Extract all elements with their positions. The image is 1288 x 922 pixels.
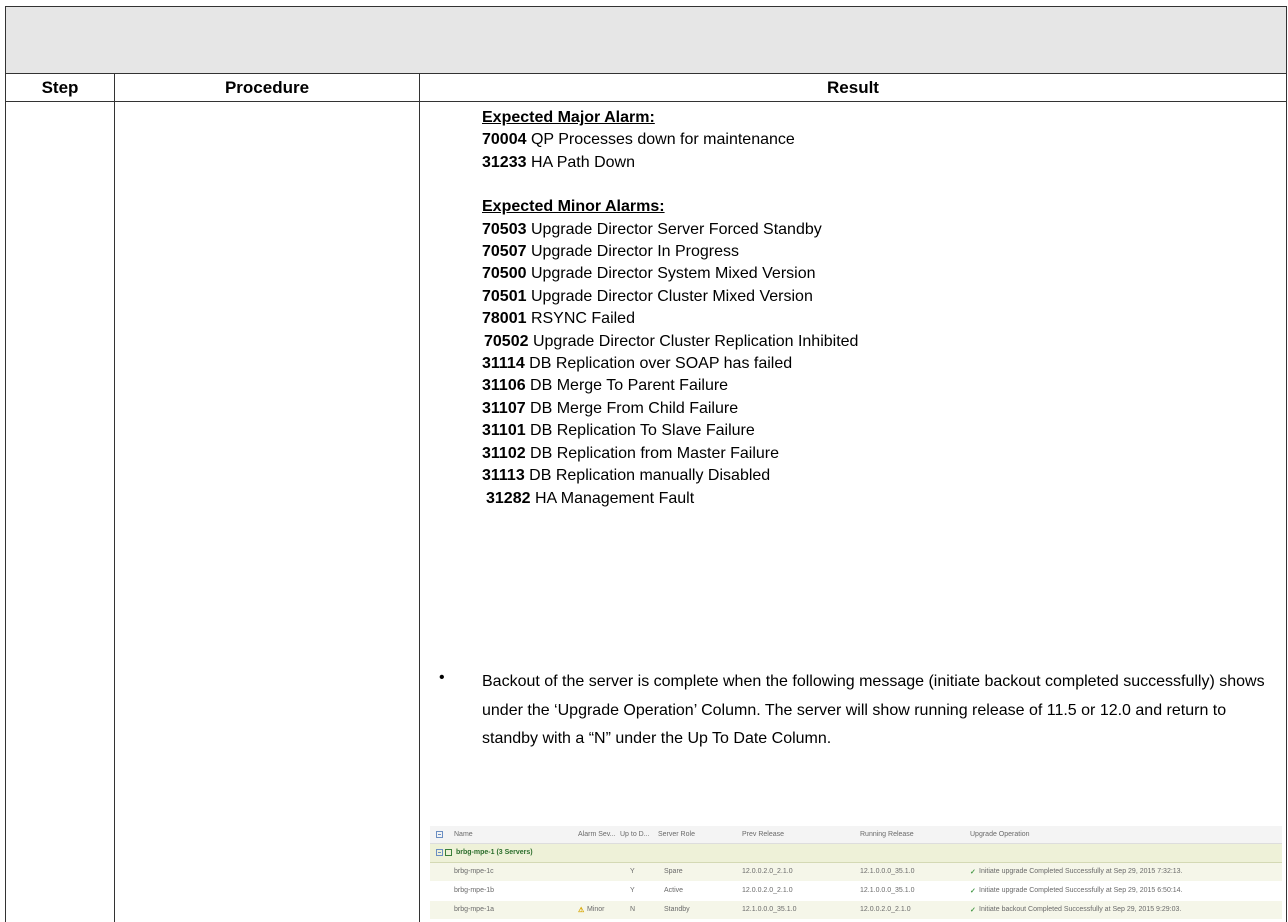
server-name: brbg-mpe-1c — [454, 868, 494, 875]
warning-icon: ⚠ — [578, 907, 585, 914]
server-name: brbg-mpe-1a — [454, 906, 495, 913]
col-prev: Prev Release — [742, 831, 785, 838]
alarm-line: 70500 Upgrade Director System Mixed Vers… — [482, 263, 1282, 285]
alarm-code: 70507 — [482, 243, 527, 261]
screenshot-row: brbg-mpe-1a ⚠ Minor N Standby 12.1.0.0.0… — [430, 901, 1282, 919]
alarm-code: 31114 — [482, 355, 525, 373]
alarm-line: 31107 DB Merge From Child Failure — [482, 398, 1282, 420]
backout-note: Backout of the server is complete when t… — [482, 673, 1265, 747]
alarm-text: DB Replication from Master Failure — [525, 444, 780, 462]
role-value: Standby — [664, 906, 690, 913]
running-release: 12.1.0.0.0_35.1.0 — [860, 887, 915, 894]
header-procedure: Procedure — [114, 73, 419, 102]
col-running: Running Release — [860, 831, 914, 838]
alarm-code: 70503 — [482, 220, 527, 238]
major-alarm-title: Expected Major Alarm: — [482, 109, 655, 126]
alarm-code: 70501 — [482, 287, 527, 305]
alarm-line: 31114 DB Replication over SOAP has faile… — [482, 353, 1282, 375]
check-icon: ✓ — [970, 907, 976, 914]
check-icon: ✓ — [970, 869, 976, 876]
bullet-marker: • — [439, 669, 445, 686]
alarm-text: Upgrade Director Server Forced Standby — [526, 220, 822, 238]
alarm-line: 31102 DB Replication from Master Failure — [482, 443, 1282, 465]
uptodate-value: N — [630, 906, 636, 913]
upgrade-operation: Initiate backout Completed Successfully … — [979, 906, 1182, 913]
screenshot-group-row: brbg-mpe-1 (3 Servers) — [430, 844, 1282, 863]
column-border-procedure — [419, 101, 420, 922]
alarm-line: 31106 DB Merge To Parent Failure — [482, 375, 1282, 397]
prev-release: 12.0.0.2.0_2.1.0 — [742, 887, 793, 894]
alarm-code: 70502 — [484, 332, 529, 350]
alarm-text: Upgrade Director System Mixed Version — [526, 265, 816, 283]
column-border-left — [5, 101, 6, 922]
uptodate-value: Y — [630, 887, 635, 894]
alarm-text: DB Merge From Child Failure — [525, 399, 739, 417]
alarm-text: QP Processes down for maintenance — [526, 131, 795, 149]
collapse-icon — [436, 849, 445, 857]
column-border-step — [114, 101, 115, 922]
alarm-code: 70500 — [482, 265, 527, 283]
alarm-text: DB Replication over SOAP has failed — [524, 355, 793, 373]
alarm-text: Upgrade Director In Progress — [526, 243, 740, 261]
alarm-code: 31102 — [482, 444, 526, 462]
alarm-line: 31233 HA Path Down — [482, 152, 1282, 174]
alarm-code: 31233 — [482, 153, 527, 171]
collapse-icon — [436, 831, 445, 839]
alarm-line: 70507 Upgrade Director In Progress — [482, 241, 1282, 263]
alarm-text: HA Path Down — [526, 153, 635, 171]
alarm-line: 78001 RSYNC Failed — [482, 308, 1282, 330]
upgrade-operation: Initiate upgrade Completed Successfully … — [979, 868, 1183, 875]
col-name: Name — [454, 831, 473, 838]
alarm-text: DB Replication manually Disabled — [524, 467, 771, 485]
screenshot-header-row: Name Alarm Sev... Up to D... Server Role… — [430, 826, 1282, 844]
alarm-line: 31113 DB Replication manually Disabled — [482, 465, 1282, 487]
alarm-line: 70503 Upgrade Director Server Forced Sta… — [482, 219, 1282, 241]
minor-alarms-title: Expected Minor Alarms: — [482, 198, 665, 216]
alarm-line: 31282 HA Management Fault — [482, 488, 1282, 510]
alarm-text: Upgrade Director Cluster Replication Inh… — [528, 332, 859, 350]
alarm-line: 70502 Upgrade Director Cluster Replicati… — [482, 331, 1282, 353]
prev-release: 12.1.0.0.0_35.1.0 — [742, 906, 797, 913]
alarm-code: 78001 — [482, 310, 527, 328]
check-icon: ✓ — [970, 888, 976, 895]
alarm-code: 31101 — [482, 422, 526, 440]
header-banner — [5, 6, 1287, 73]
column-border-right — [1286, 101, 1287, 922]
alarm-code: 70004 — [482, 131, 527, 149]
col-operation: Upgrade Operation — [970, 831, 1030, 838]
check-icon — [445, 849, 454, 857]
group-name: brbg-mpe-1 (3 Servers) — [456, 849, 533, 856]
alarm-text: Upgrade Director Cluster Mixed Version — [526, 287, 813, 305]
alarm-line: 31101 DB Replication To Slave Failure — [482, 420, 1282, 442]
col-alarm: Alarm Sev... — [578, 831, 616, 838]
alarm-text: DB Merge To Parent Failure — [525, 377, 729, 395]
role-value: Spare — [664, 868, 683, 875]
col-uptodate: Up to D... — [620, 831, 650, 838]
alarm-value: Minor — [587, 906, 605, 913]
running-release: 12.0.0.2.0_2.1.0 — [860, 906, 911, 913]
alarm-code: 31107 — [482, 399, 526, 417]
alarm-text: DB Replication To Slave Failure — [525, 422, 755, 440]
alarm-code: 31282 — [486, 489, 531, 507]
result-content: Expected Major Alarm: 70004 QP Processes… — [482, 107, 1282, 510]
screenshot-row: brbg-mpe-1c Y Spare 12.0.0.2.0_2.1.0 12.… — [430, 863, 1282, 881]
alarm-line: 70004 QP Processes down for maintenance — [482, 129, 1282, 151]
header-result: Result — [419, 73, 1287, 102]
alarm-code: 31113 — [482, 467, 525, 485]
screenshot-row: brbg-mpe-1b Y Active 12.0.0.2.0_2.1.0 12… — [430, 882, 1282, 900]
uptodate-value: Y — [630, 868, 635, 875]
prev-release: 12.0.0.2.0_2.1.0 — [742, 868, 793, 875]
alarm-code: 31106 — [482, 377, 526, 395]
col-role: Server Role — [658, 831, 695, 838]
running-release: 12.1.0.0.0_35.1.0 — [860, 868, 915, 875]
alarm-text: RSYNC Failed — [526, 310, 635, 328]
alarm-line: 70501 Upgrade Director Cluster Mixed Ver… — [482, 286, 1282, 308]
upgrade-operation: Initiate upgrade Completed Successfully … — [979, 887, 1183, 894]
alarm-text: HA Management Fault — [530, 489, 695, 507]
role-value: Active — [664, 887, 684, 894]
server-name: brbg-mpe-1b — [454, 887, 495, 894]
upgrade-status-screenshot: Name Alarm Sev... Up to D... Server Role… — [430, 826, 1282, 922]
header-step: Step — [5, 73, 114, 102]
